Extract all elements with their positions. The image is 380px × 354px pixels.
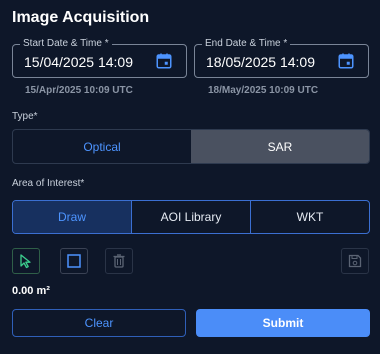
type-option-optical[interactable]: Optical — [13, 130, 191, 163]
pointer-icon — [20, 254, 31, 269]
end-date-label: End Date & Time * — [202, 38, 291, 50]
aoi-toggle: Draw AOI Library WKT — [12, 200, 370, 234]
end-date-utc: 18/May/2025 10:09 UTC — [208, 85, 319, 96]
save-aoi-button[interactable] — [341, 248, 369, 274]
trash-icon — [113, 254, 125, 268]
aoi-option-draw[interactable]: Draw — [13, 201, 131, 233]
submit-button[interactable]: Submit — [196, 309, 370, 337]
calendar-icon[interactable] — [155, 52, 173, 70]
start-date-label: Start Date & Time * — [20, 38, 112, 50]
pointer-tool-button[interactable] — [12, 248, 40, 274]
aoi-option-library[interactable]: AOI Library — [131, 201, 250, 233]
clear-button[interactable]: Clear — [12, 309, 186, 337]
delete-tool-button[interactable] — [105, 248, 133, 274]
rectangle-tool-button[interactable] — [60, 248, 88, 274]
save-icon — [348, 254, 362, 268]
type-label: Type* — [12, 111, 38, 122]
calendar-icon[interactable] — [337, 52, 355, 70]
area-value: 0.00 m² — [12, 285, 50, 297]
aoi-option-wkt[interactable]: WKT — [250, 201, 369, 233]
start-date-field[interactable]: Start Date & Time * 15/04/2025 14:09 — [12, 38, 187, 78]
start-date-utc: 15/Apr/2025 10:09 UTC — [25, 85, 133, 96]
type-option-sar[interactable]: SAR — [191, 130, 369, 163]
page-title: Image Acquisition — [12, 9, 150, 26]
aoi-label: Area of Interest* — [12, 178, 85, 189]
type-toggle: Optical SAR — [12, 129, 370, 164]
square-icon — [67, 254, 81, 268]
end-date-field[interactable]: End Date & Time * 18/05/2025 14:09 — [194, 38, 369, 78]
start-date-value: 15/04/2025 14:09 — [24, 54, 133, 70]
end-date-value: 18/05/2025 14:09 — [206, 54, 315, 70]
